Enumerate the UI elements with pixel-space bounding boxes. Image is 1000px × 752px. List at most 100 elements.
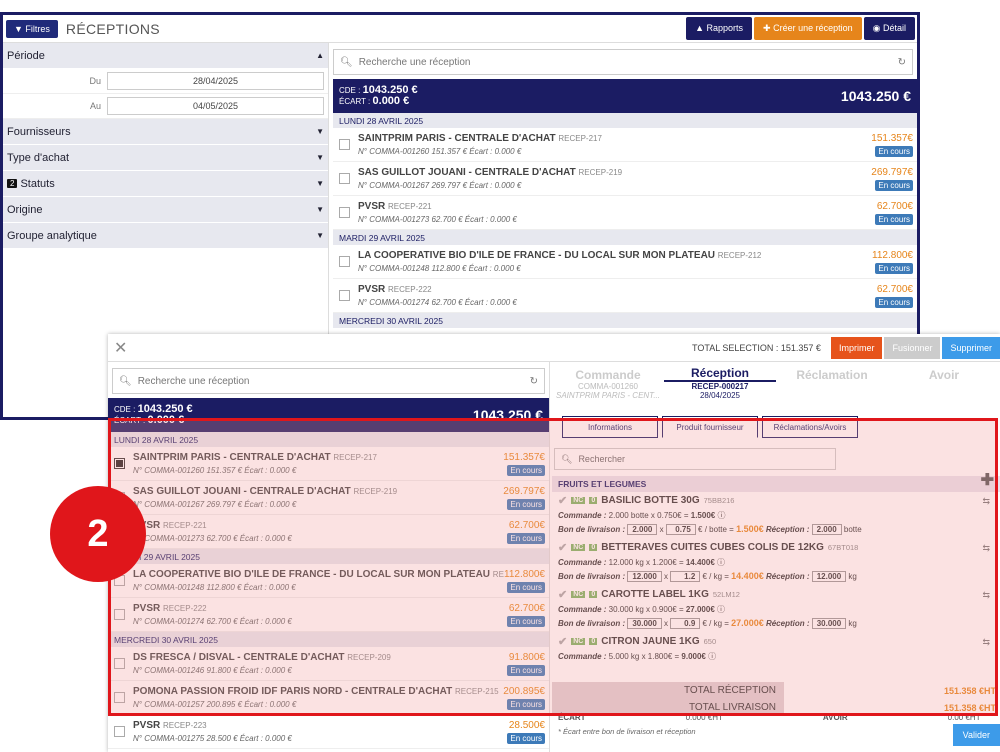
supplier-name: LA COOPERATIVE BIO D'ILE DE FRANCE - DU … — [358, 250, 762, 261]
order-label: Commande : — [558, 605, 609, 614]
swap-icon[interactable]: ⇆ — [982, 637, 990, 648]
product-name: CAROTTE LABEL 1KG — [601, 589, 709, 600]
list-item[interactable]: PVSR RECEP-221 N° COMMA-001273 62.700 € É… — [108, 515, 549, 549]
merge-button[interactable]: Fusionner — [884, 336, 941, 359]
list-item[interactable]: SAS GUILLOT JOUANI - CENTRALE D'ACHAT RE… — [108, 481, 549, 515]
item-checkbox[interactable] — [339, 139, 350, 150]
detail-tabs: Commande Réception Réclamation Avoir — [552, 362, 1000, 382]
add-icon[interactable]: ✚ — [981, 470, 994, 490]
item-amount: 112.800€ — [504, 568, 545, 580]
ecart-label: ÉCART : — [339, 97, 371, 106]
tab-reclamation[interactable]: Réclamation — [776, 368, 888, 382]
date-to-input[interactable]: 04/05/2025 — [107, 97, 324, 115]
day-header: MERCREDI 30 AVRIL 2025 — [333, 313, 917, 328]
item-checkbox[interactable] — [339, 207, 350, 218]
item-amount-block: 91.800€ En cours — [507, 652, 545, 676]
swap-icon[interactable]: ⇆ — [982, 496, 990, 507]
item-checkbox[interactable] — [114, 692, 125, 703]
item-info: SAINTPRIM PARIS - CENTRALE D'ACHAT RECEP… — [358, 133, 871, 156]
list-item[interactable]: POMONA PASSION FROID IDF PARIS NORD - CE… — [108, 681, 549, 715]
validate-button[interactable]: Valider — [952, 724, 1000, 746]
item-amount: 151.357€ — [503, 451, 545, 463]
total-selection: TOTAL SELECTION : 151.357 € — [692, 342, 821, 353]
plus-icon: ✚ — [763, 23, 774, 33]
filter-suppliers[interactable]: Fournisseurs ▼ — [3, 119, 328, 145]
tab-commande[interactable]: Commande — [552, 368, 664, 382]
item-checkbox[interactable] — [114, 458, 125, 469]
supplier-name: PVSR RECEP-222 — [358, 284, 432, 295]
reception-qty-input[interactable]: 2.000 — [811, 524, 842, 535]
cde-label: CDE : — [339, 86, 361, 95]
reports-button[interactable]: ▲ Rapports — [686, 17, 753, 40]
refresh-icon[interactable]: ↻ — [530, 376, 538, 387]
reception-qty-input[interactable]: 12.000 — [811, 571, 847, 582]
list-item[interactable]: DS FRESCA / DISVAL - CENTRALE D'ACHAT RE… — [108, 647, 549, 681]
zero-badge: 0 — [589, 497, 598, 504]
delivery-qty-input[interactable]: 2.000 — [627, 524, 658, 535]
filter-period-label: Période — [7, 49, 45, 62]
date-from-input[interactable]: 28/04/2025 — [107, 72, 324, 90]
reclamation-subtitle — [776, 382, 888, 408]
check-icon[interactable]: ✔ — [558, 635, 567, 648]
item-checkbox[interactable] — [339, 173, 350, 184]
check-icon[interactable]: ✔ — [558, 494, 567, 507]
detail-list-panel: 🔍︎ Recherche une réception ↻ CDE : 1043.25… — [108, 362, 550, 752]
list-item[interactable]: PVSR RECEP-221 N° COMMA-001273 62.700 € É… — [333, 196, 917, 230]
list-item[interactable]: LA COOPERATIVE BIO D'ILE DE FRANCE - DU … — [333, 245, 917, 279]
tab-avoir[interactable]: Avoir — [888, 368, 1000, 382]
delete-button[interactable]: Supprimer — [942, 336, 1000, 359]
filter-statuses[interactable]: 2 Statuts ▼ — [3, 171, 328, 197]
nc-badge: NC — [571, 591, 586, 598]
item-checkbox[interactable] — [114, 658, 125, 669]
check-icon[interactable]: ✔ — [558, 541, 567, 554]
tab-reception[interactable]: Réception — [664, 366, 776, 382]
swap-icon[interactable]: ⇆ — [982, 543, 990, 554]
list-item[interactable]: LA COOPERATIVE BIO D'ILE DE FRANCE - DU … — [108, 564, 549, 598]
item-checkbox[interactable] — [339, 256, 350, 267]
list-item[interactable]: SAINTPRIM PARIS - CENTRALE D'ACHAT RECEP… — [333, 128, 917, 162]
item-checkbox[interactable] — [114, 609, 125, 620]
list-item[interactable]: SAS GUILLOT JOUANI - CENTRALE D'ACHAT RE… — [333, 162, 917, 196]
refresh-icon[interactable]: ↻ — [898, 57, 906, 68]
search-input[interactable]: 🔍︎ Recherche une réception ↻ — [112, 368, 545, 394]
detail-button[interactable]: ◉ Détail — [863, 17, 915, 40]
subtab-reclamations-avoirs[interactable]: Réclamations/Avoirs — [762, 416, 858, 438]
filters-button[interactable]: ▼ Filtres — [6, 19, 58, 38]
delivery-price-input[interactable]: 0.9 — [670, 618, 701, 629]
item-checkbox[interactable] — [114, 726, 125, 737]
filter-purchase-type[interactable]: Type d'achat ▼ — [3, 145, 328, 171]
search-input[interactable]: 🔍︎ Recherche une réception ↻ — [333, 49, 913, 75]
delivery-qty-input[interactable]: 30.000 — [627, 618, 662, 629]
product-row: ✔ NC 0 CITRON JAUNE 1KG 650 ⇆ Commande : 5.000… — [552, 633, 1000, 680]
order-total: 1.500€ — [690, 511, 716, 520]
order-total: 14.400€ — [685, 558, 715, 567]
delivery-label: Bon de livraison : — [558, 619, 628, 628]
filter-analytic-group[interactable]: Groupe analytique ▼ — [3, 223, 328, 249]
swap-icon[interactable]: ⇆ — [982, 590, 990, 601]
filter-origin[interactable]: Origine ▼ — [3, 197, 328, 223]
delivery-price-input[interactable]: 0.75 — [665, 524, 696, 535]
status-badge: En cours — [507, 615, 545, 627]
order-line: Commande : 30.000 kg x 0.900€ = 27.000€ … — [558, 604, 994, 615]
nc-badge: NC — [571, 497, 586, 504]
print-button[interactable]: Imprimer — [830, 336, 883, 359]
filter-period[interactable]: Période ▲ — [3, 43, 328, 69]
status-badge: En cours — [507, 664, 545, 676]
subtab-produit-fournisseur[interactable]: Produit fournisseur — [662, 416, 758, 438]
page-title: RÉCEPTIONS — [65, 20, 160, 37]
check-icon[interactable]: ✔ — [558, 588, 567, 601]
item-checkbox[interactable] — [339, 290, 350, 301]
supplier-name: SAINTPRIM PARIS - CENT... — [555, 391, 660, 400]
list-item[interactable]: PVSR RECEP-222 N° COMMA-001274 62.700 € É… — [108, 598, 549, 632]
avoir-value: 0.00 €HT — [947, 713, 981, 722]
subtab-informations[interactable]: Informations — [562, 416, 658, 438]
delivery-qty-input[interactable]: 12.000 — [627, 571, 662, 582]
list-item[interactable]: PVSR RECEP-222 N° COMMA-001274 62.700 € É… — [333, 279, 917, 313]
reception-qty-input[interactable]: 30.000 — [811, 618, 847, 629]
list-item[interactable]: SAINTPRIM PARIS - CENTRALE D'ACHAT RECEP… — [108, 447, 549, 481]
product-search-input[interactable]: 🔍︎ Rechercher — [554, 448, 836, 470]
list-item[interactable]: PVSR RECEP-223 N° COMMA-001275 28.500 € É… — [108, 715, 549, 749]
close-icon[interactable]: ✕ — [114, 338, 127, 358]
delivery-price-input[interactable]: 1.2 — [670, 571, 701, 582]
create-reception-button[interactable]: ✚ Créer une réception — [754, 17, 862, 40]
